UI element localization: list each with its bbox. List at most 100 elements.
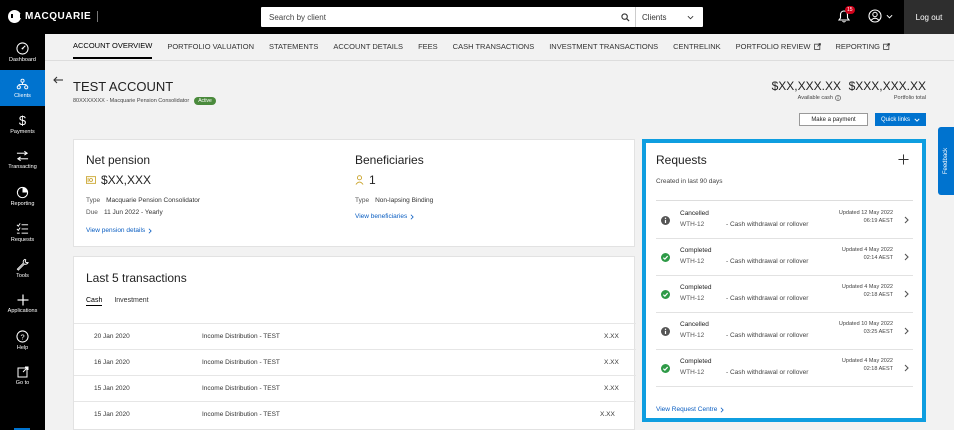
list-item[interactable]: Completed WTH-12 - Cash withdrawal or ro…: [656, 239, 913, 276]
transaction-amount: X.XX: [604, 333, 619, 340]
back-button[interactable]: [53, 71, 63, 89]
list-item[interactable]: Completed WTH-12 - Cash withdrawal or ro…: [656, 276, 913, 313]
make-payment-button[interactable]: Make a payment: [799, 113, 868, 126]
table-row: 20 Jan 2020 Income Distribution - TEST X…: [74, 323, 636, 349]
sidebar-item-tools[interactable]: Tools: [0, 250, 45, 286]
sidebar-item-requests[interactable]: Requests: [0, 214, 45, 250]
tab-cash-transactions[interactable]: CASH TRANSACTIONS: [453, 41, 535, 59]
request-updated: Updated 10 May 2022 03:25 AEST: [839, 320, 893, 336]
portfolio-total-label: Portfolio total: [893, 95, 926, 101]
external-link-icon: [17, 366, 28, 378]
request-status: Cancelled: [680, 210, 709, 217]
available-cash-label: Available cash: [797, 95, 833, 101]
beneficiary-type: Type Non-lapsing Binding: [355, 197, 433, 204]
request-status: Completed: [680, 284, 712, 291]
sidebar-item-payments[interactable]: $ Payments: [0, 106, 45, 142]
chevron-down-icon: [914, 118, 920, 122]
search-input[interactable]: [261, 8, 616, 26]
brand-name: MACQUARIE: [25, 11, 92, 22]
sidebar-item-label: Requests: [10, 236, 35, 243]
transaction-description: Income Distribution - TEST: [202, 333, 280, 340]
plus-icon: [898, 154, 909, 165]
sidebar-item-clients[interactable]: Clients: [0, 70, 45, 106]
sidebar-item-go-to[interactable]: Go to: [0, 358, 45, 394]
tab-account-details[interactable]: ACCOUNT DETAILS: [333, 41, 403, 59]
wrench-icon: [16, 258, 29, 271]
request-updated: Updated 4 May 2022 02:18 AEST: [842, 283, 893, 299]
chevron-right-icon: [904, 216, 909, 224]
net-pension-title: Net pension: [86, 153, 151, 167]
macquarie-logo[interactable]: MACQUARIE: [8, 10, 99, 23]
request-updated: Updated 4 May 2022 02:18 AEST: [842, 357, 893, 373]
sidebar-item-transacting[interactable]: Transacting: [0, 142, 45, 178]
request-updated-time: 02:18 AEST: [863, 366, 893, 372]
transaction-date: 20 Jan 2020: [94, 333, 130, 340]
transactions-card: Last 5 transactions Cash Investment 20 J…: [73, 256, 636, 430]
tab-reporting[interactable]: REPORTING: [836, 41, 890, 59]
tab-label: ACCOUNT OVERVIEW: [73, 41, 153, 50]
tab-account-overview[interactable]: ACCOUNT OVERVIEW: [73, 41, 153, 59]
request-code: WTH-12: [680, 369, 705, 376]
request-code: WTH-12: [680, 258, 705, 265]
tab-portfolio-valuation[interactable]: PORTFOLIO VALUATION: [167, 41, 254, 59]
add-request-button[interactable]: [898, 152, 909, 170]
view-request-centre-link[interactable]: View Request Centre: [656, 406, 725, 413]
request-status: Completed: [680, 247, 712, 254]
tabs-divider: [45, 60, 954, 61]
list-item[interactable]: Cancelled WTH-12 - Cash withdrawal or ro…: [656, 313, 913, 350]
request-updated-time: 02:14 AEST: [863, 255, 893, 261]
request-updated-time: 02:18 AEST: [863, 292, 893, 298]
view-pension-details-link[interactable]: View pension details: [86, 227, 200, 234]
logout-button[interactable]: Log out: [904, 0, 954, 34]
sidebar-item-label: Applications: [7, 308, 38, 314]
sidebar-item-label: Go to: [15, 380, 30, 386]
tab-portfolio-review[interactable]: PORTFOLIO REVIEW: [736, 41, 821, 59]
tab-investment-transactions[interactable]: INVESTMENT TRANSACTIONS: [549, 41, 658, 59]
sidebar-item-label: Dashboard: [9, 56, 36, 63]
request-updated-date: Updated 4 May 2022: [841, 284, 893, 290]
view-request-centre-label: View Request Centre: [656, 406, 718, 413]
view-beneficiaries-link[interactable]: View beneficiaries: [355, 213, 433, 220]
chevron-right-icon: [904, 253, 909, 261]
sidebar-item-reporting[interactable]: Reporting: [0, 178, 45, 214]
portfolio-total-value: $XXX,XXX.XX: [848, 79, 926, 93]
sidebar-item-label: Tools: [16, 272, 29, 279]
external-link-icon: [813, 43, 821, 50]
pension-due: Due 11 Jun 2022 - Yearly: [86, 209, 200, 216]
table-row: 15 Jan 2020 Income Distribution - TEST X…: [74, 375, 636, 401]
list-item[interactable]: Completed WTH-12 - Cash withdrawal or ro…: [656, 350, 913, 387]
notifications-button[interactable]: 15: [837, 6, 855, 28]
tab-label: STATEMENTS: [269, 42, 319, 51]
list-item[interactable]: Cancelled WTH-12 - Cash withdrawal or ro…: [656, 202, 913, 239]
tab-label: PORTFOLIO REVIEW: [735, 42, 811, 51]
tab-statements[interactable]: STATEMENTS: [269, 41, 318, 59]
tab-fees[interactable]: FEES: [418, 41, 438, 59]
user-menu[interactable]: [868, 9, 893, 23]
account-tabs: ACCOUNT OVERVIEW PORTFOLIO VALUATION STA…: [73, 41, 905, 59]
sidebar-item-label: Reporting: [10, 200, 35, 207]
tab-cash[interactable]: Cash: [86, 297, 103, 306]
svg-text:?: ?: [20, 332, 24, 341]
pension-summary-card: Net pension $XX,XXX Type Macquarie Pensio…: [73, 139, 635, 247]
sidebar-item-dashboard[interactable]: Dashboard: [0, 34, 45, 70]
search-icon[interactable]: [616, 7, 636, 27]
feedback-tab[interactable]: Feedback: [938, 127, 954, 195]
sidebar: Dashboard Clients $ Payments Transacting…: [0, 34, 45, 430]
tab-centrelink[interactable]: CENTRELINK: [673, 41, 721, 59]
request-updated-date: Updated 4 May 2022: [841, 247, 893, 253]
account-number: 80XXXXXXX - Macquarie Pension Consolidat…: [73, 98, 190, 104]
quick-links-button[interactable]: Quick links: [875, 113, 926, 126]
view-pension-details-label: View pension details: [86, 227, 146, 234]
status-badge: Active: [194, 97, 216, 105]
info-icon: [661, 327, 670, 336]
search-scope-select[interactable]: Clients: [636, 13, 702, 22]
info-icon[interactable]: [835, 95, 841, 101]
request-updated-date: Updated 12 May 2022: [838, 210, 893, 216]
tab-investment[interactable]: Investment: [114, 297, 148, 306]
sidebar-item-applications[interactable]: Applications: [0, 286, 45, 322]
transaction-amount: X.XX: [600, 411, 615, 418]
sidebar-item-help[interactable]: ? Help: [0, 322, 45, 358]
account-subtitle: 80XXXXXXX - Macquarie Pension Consolidat…: [73, 97, 216, 105]
request-code: WTH-12: [680, 221, 705, 228]
transaction-date: 15 Jan 2020: [94, 411, 130, 418]
